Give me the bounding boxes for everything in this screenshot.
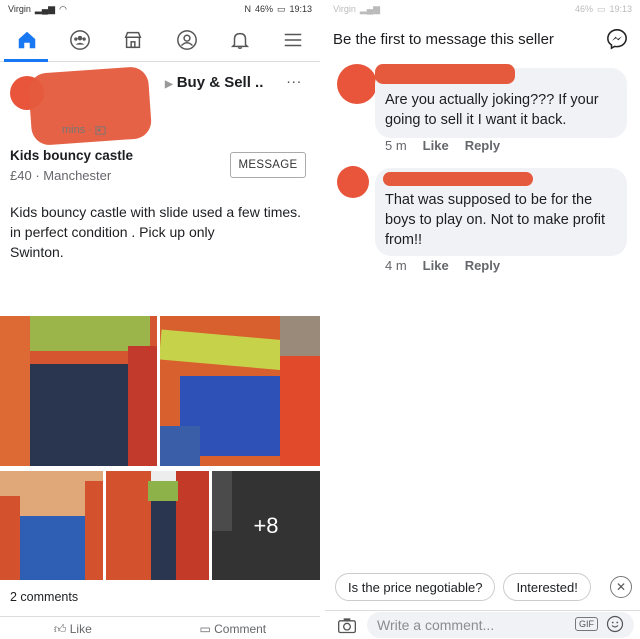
comment-input[interactable]: Write a comment... GIF [367,612,634,638]
status-bar: Virgin ▂▄▆ ◠ N 46% ▭ 19:13 [0,0,320,18]
clock: 19:13 [609,4,632,14]
photo-5-more[interactable]: +8 [212,471,320,580]
comment-text-1: Are you actually joking??? If your going… [385,92,599,128]
item-price: £40 [10,168,32,183]
profile-tab[interactable] [167,20,207,60]
triangle-icon: ▶ [165,79,173,90]
commenter-avatar[interactable] [337,166,369,198]
marketplace-icon [124,31,142,48]
comment-action[interactable]: ▭ Comment [199,622,266,637]
seller-header: Be the first to message this seller [325,18,640,60]
signal-icon: ▂▄▆ [359,3,381,14]
item-price-location: £40 · Manchester [10,168,111,183]
comment-text-2: That was supposed to be for the boys to … [385,192,606,248]
home-icon [18,31,35,48]
comment-label: Comment [214,622,267,636]
audience-icon [95,125,106,135]
close-icon[interactable]: ✕ [610,576,632,598]
home-tab[interactable] [7,20,47,60]
battery-icon: ▭ [276,3,286,14]
post-time: mins [62,124,86,136]
post-header: ▶ Buy & Sell .. ... mins · [0,62,320,147]
photo-1[interactable] [0,316,157,466]
quick-reply-price[interactable]: Is the price negotiable? [335,573,496,601]
commenter-avatar[interactable] [337,64,377,104]
like-label: Like [69,622,92,636]
thumbs-up-icon: 👍︎ [53,622,67,636]
groups-tab[interactable] [60,20,100,60]
signal-icon: ▂▄▆ [34,3,56,14]
photo-3[interactable] [0,471,103,580]
like-action[interactable]: 👍︎ Like [54,622,92,637]
battery-icon: ▭ [596,3,606,14]
comment-time-1: 5 m [385,138,407,153]
comment-placeholder: Write a comment... [377,617,495,633]
description-line-2: in perfect condition . Pick up only [10,224,215,240]
comment-reply-1[interactable]: Reply [465,138,500,153]
more-options-button[interactable]: ... [286,70,302,87]
comment-reply-2[interactable]: Reply [465,258,500,273]
group-title-text: Buy & Sell .. [176,74,264,91]
item-title: Kids bouncy castle [10,148,134,163]
photo-2[interactable] [160,316,320,466]
bell-icon [230,32,250,49]
redaction-mark [375,64,515,84]
gif-button[interactable]: GIF [575,617,598,631]
comment-meta-1: 5 m Like Reply [385,138,500,153]
divider [0,616,320,617]
comments-screen: Virgin ▂▄▆ 46% ▭ 19:13 Be the first to m… [325,0,640,639]
groups-icon [70,29,90,50]
screenshot-root: Virgin ▂▄▆ ◠ N 46% ▭ 19:13 ▶ Buy & Sell … [0,0,640,639]
menu-icon [285,33,302,46]
seller-header-text: Be the first to message this seller [333,30,554,48]
marketplace-post-screen: Virgin ▂▄▆ ◠ N 46% ▭ 19:13 ▶ Buy & Sell … [0,0,320,639]
post-actions: 👍︎ Like ▭ Comment [0,622,320,637]
more-photos-count: +8 [253,512,279,538]
redaction-mark [383,172,533,186]
quick-reply-interested[interactable]: Interested! [503,573,591,601]
meta-dot: · [88,124,92,136]
message-button[interactable]: MESSAGE [230,152,306,178]
carrier-label: Virgin [333,4,356,14]
battery-percent: 46% [254,4,273,14]
group-title[interactable]: ▶ Buy & Sell .. [165,74,263,91]
comment-like-1[interactable]: Like [423,138,449,153]
description-line-1: Kids bouncy castle with slide used a few… [10,204,302,220]
camera-icon[interactable] [337,616,357,634]
photo-grid: +8 [0,316,320,580]
messenger-icon[interactable] [606,28,628,50]
clock: 19:13 [289,4,312,14]
item-row: Kids bouncy castle £40 · Manchester MESS… [0,142,320,194]
comment-composer: Write a comment... GIF [325,610,640,639]
status-bar: Virgin ▂▄▆ 46% ▭ 19:13 [325,0,640,18]
menu-tab[interactable] [273,20,313,60]
wifi-icon: ◠ [59,3,67,14]
item-location: Manchester [43,168,112,183]
quick-replies: Is the price negotiable? Interested! ✕ [325,570,640,604]
comment-meta-2: 4 m Like Reply [385,258,500,273]
carrier-label: Virgin [8,4,31,14]
emoji-icon[interactable] [606,615,624,633]
profile-icon [176,29,197,50]
notifications-tab[interactable] [220,20,260,60]
post-meta: mins · [62,124,106,136]
item-description: Kids bouncy castle with slide used a few… [0,194,320,284]
comment-like-2[interactable]: Like [423,258,449,273]
marketplace-tab[interactable] [113,20,153,60]
nfc-icon: N [244,4,251,14]
comments-count[interactable]: 2 comments [10,590,78,604]
description-line-3: Swinton. [10,244,64,260]
battery-percent: 46% [574,4,593,14]
photo-4[interactable] [106,471,209,580]
comment-icon: ▭ [199,622,211,636]
top-nav [0,18,320,62]
comment-time-2: 4 m [385,258,407,273]
